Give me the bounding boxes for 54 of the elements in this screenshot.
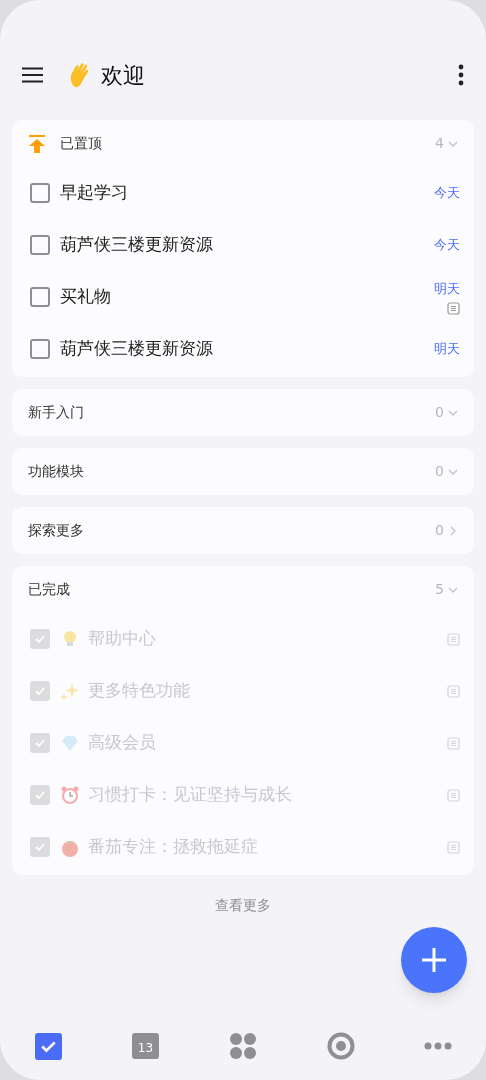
section-header[interactable]: 新手入门 0 xyxy=(12,389,474,436)
checkbox[interactable] xyxy=(30,287,50,307)
section-title: 功能模块 xyxy=(28,462,85,481)
more-vertical-icon[interactable] xyxy=(458,64,464,86)
checkbox[interactable] xyxy=(30,183,50,203)
checkbox[interactable] xyxy=(30,785,50,805)
check-icon xyxy=(34,633,46,645)
task-title: 买礼物 xyxy=(60,285,111,309)
task-title: 葫芦侠三楼更新资源 xyxy=(60,233,213,257)
section-title: 新手入门 xyxy=(28,403,85,422)
checkbox[interactable] xyxy=(30,339,50,359)
check-icon xyxy=(34,737,46,749)
checkbox-icon xyxy=(34,1032,62,1060)
due-date: 明天 xyxy=(434,279,460,298)
section-header[interactable]: 已完成 5 xyxy=(12,566,474,613)
due-date: 今天 xyxy=(434,184,460,203)
section-title: 已置顶 xyxy=(60,134,103,153)
task-item[interactable]: 葫芦侠三楼更新资源 明天 xyxy=(12,323,474,375)
checkbox[interactable] xyxy=(30,681,50,701)
check-icon xyxy=(34,841,46,853)
section-count: 0 xyxy=(435,403,444,422)
checkbox[interactable] xyxy=(30,733,50,753)
checkbox[interactable] xyxy=(30,629,50,649)
task-item[interactable]: 葫芦侠三楼更新资源 今天 xyxy=(12,219,474,271)
section-title: 探索更多 xyxy=(28,521,85,540)
check-icon xyxy=(34,789,46,801)
check-icon xyxy=(34,685,46,697)
page-title: 欢迎 xyxy=(101,61,146,90)
checkbox[interactable] xyxy=(30,837,50,857)
task-title: 葫芦侠三楼更新资源 xyxy=(60,337,213,361)
add-button[interactable] xyxy=(401,927,467,993)
target-icon xyxy=(326,1032,355,1060)
section-header[interactable]: 已置顶 4 xyxy=(12,120,474,167)
calendar-icon: 13 xyxy=(132,1033,159,1059)
pin-top-icon xyxy=(28,133,46,154)
section-header[interactable]: 功能模块 0 xyxy=(12,448,474,495)
task-title: 早起学习 xyxy=(60,181,128,205)
alarm-clock-icon xyxy=(60,785,80,805)
section-header[interactable]: 探索更多 0 xyxy=(12,507,474,554)
section-count: 5 xyxy=(435,580,444,599)
diamond-icon xyxy=(60,733,80,753)
task-item[interactable]: 早起学习 今天 xyxy=(12,167,474,219)
checkbox[interactable] xyxy=(30,235,50,255)
section-count: 4 xyxy=(435,134,444,153)
section-count: 0 xyxy=(435,462,444,481)
more-horizontal-icon xyxy=(424,1042,452,1050)
section-title: 已完成 xyxy=(28,580,71,599)
task-item[interactable]: 买礼物 明天 xyxy=(12,271,474,323)
due-date: 今天 xyxy=(434,236,460,255)
menu-icon[interactable] xyxy=(22,67,43,83)
clover-icon xyxy=(230,1033,256,1059)
plus-icon xyxy=(422,948,446,972)
section-count: 0 xyxy=(435,521,444,540)
due-date: 明天 xyxy=(434,340,460,359)
